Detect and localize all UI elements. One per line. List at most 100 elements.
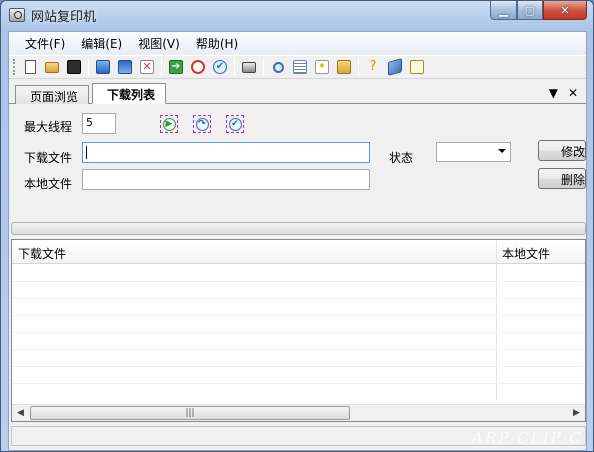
watermark: ARP·CLIP·C <box>472 429 583 447</box>
maximize-button[interactable]: ▢ <box>517 1 543 20</box>
menu-edit[interactable]: 编辑(E) <box>73 35 130 52</box>
tab-close-icon[interactable]: ✕ <box>568 86 578 100</box>
book-button[interactable] <box>384 56 406 78</box>
check-icon: ✔ <box>228 117 242 131</box>
progress-bar <box>11 222 586 235</box>
upload-icon <box>118 60 132 74</box>
chevron-down-icon <box>498 149 506 153</box>
search-icon <box>272 61 284 73</box>
tab-page-browse[interactable]: 页面浏览 <box>15 85 90 104</box>
edit-icon <box>410 60 424 74</box>
menu-file[interactable]: 文件(F) <box>17 35 73 52</box>
scroll-left-icon[interactable]: ◀ <box>12 405 29 421</box>
tab-strip: 页面浏览 下载列表 ▼ ✕ <box>9 82 586 104</box>
window-title: 网站复印机 <box>31 9 97 25</box>
menu-view[interactable]: 视图(V) <box>130 35 188 52</box>
toolbar: ✕ ➔ ✔ ✦ ? <box>9 55 586 79</box>
delete-button[interactable]: ✕ <box>136 56 158 78</box>
stop-button[interactable] <box>187 56 209 78</box>
maximize-icon: ▢ <box>524 3 536 17</box>
modify-button[interactable]: 修改 <box>538 140 586 161</box>
row-gridline <box>12 383 585 384</box>
list-icon <box>293 60 307 74</box>
stop-icon <box>191 60 205 74</box>
max-threads-input[interactable]: 5 <box>82 113 116 134</box>
help-button[interactable]: ? <box>362 56 384 78</box>
row-gridline <box>12 281 585 282</box>
check-button[interactable]: ✔ <box>209 56 231 78</box>
column-divider[interactable] <box>496 240 497 400</box>
scroll-thumb[interactable]: ||| <box>30 406 350 420</box>
download-button[interactable] <box>92 56 114 78</box>
column-download-file[interactable]: 下载文件 <box>18 245 66 262</box>
main-window: 网站复印机 ▁ ▢ ✕ 文件(F) 编辑(E) 视图(V) 帮助(H) ✕ ➔ … <box>0 0 594 452</box>
scroll-right-icon[interactable]: ▶ <box>568 405 585 421</box>
find-button[interactable] <box>333 56 355 78</box>
close-window-button[interactable]: ✕ <box>543 1 587 20</box>
menu-bar: 文件(F) 编辑(E) 视图(V) 帮助(H) <box>9 32 586 54</box>
minimize-icon: ▁ <box>499 3 508 17</box>
window-controls: ▁ ▢ ✕ <box>490 1 587 20</box>
horizontal-scrollbar[interactable]: ◀ ||| ▶ <box>12 404 585 421</box>
status-label: 状态 <box>389 151 414 165</box>
minimize-button[interactable]: ▁ <box>490 1 517 20</box>
camera-button[interactable] <box>238 56 260 78</box>
row-gridline <box>12 332 585 333</box>
download-icon <box>96 60 110 74</box>
toolbar-separator <box>358 58 359 76</box>
list-button[interactable] <box>289 56 311 78</box>
open-folder-icon <box>45 61 59 73</box>
go-button[interactable]: ➔ <box>165 56 187 78</box>
new-star-icon: ✦ <box>315 60 329 74</box>
toolbar-separator <box>88 58 89 76</box>
confirm-action-button[interactable]: ✔ <box>226 115 244 133</box>
play-icon: ▶ <box>162 117 176 131</box>
delete-icon: ✕ <box>140 60 154 74</box>
toolbar-grip[interactable] <box>13 59 16 75</box>
camera-icon <box>242 61 256 73</box>
new-file-icon <box>24 60 36 74</box>
upload-button[interactable] <box>114 56 136 78</box>
download-file-label: 下载文件 <box>24 151 73 165</box>
book-icon <box>388 58 402 76</box>
check-icon: ✔ <box>213 60 227 74</box>
download-file-input[interactable] <box>82 142 370 163</box>
row-gridline <box>12 349 585 350</box>
list-header: 下载文件 本地文件 <box>12 240 585 264</box>
menu-help[interactable]: 帮助(H) <box>188 35 246 52</box>
toolbar-separator <box>161 58 162 76</box>
open-folder-button[interactable] <box>41 56 63 78</box>
toolbar-separator <box>234 58 235 76</box>
help-icon: ? <box>369 59 377 74</box>
row-gridline <box>12 298 585 299</box>
tab-download-list[interactable]: 下载列表 <box>92 83 167 104</box>
start-action-button[interactable]: ▶ <box>160 115 178 133</box>
go-icon: ➔ <box>169 60 183 74</box>
save-icon <box>67 60 81 74</box>
column-local-file[interactable]: 本地文件 <box>502 245 550 262</box>
max-threads-label: 最大线程 <box>24 120 73 134</box>
row-gridline <box>12 315 585 316</box>
close-icon: ✕ <box>560 3 570 17</box>
download-list-view: 下载文件 本地文件 ◀ ||| ▶ <box>11 239 586 422</box>
local-file-label: 本地文件 <box>24 177 73 191</box>
tab-menu-icon[interactable]: ▼ <box>549 86 558 100</box>
download-panel: 最大线程 5 ▶ ↷ ✔ 下载文件 状态 修改 删除 本地文件 <box>9 105 586 225</box>
delete-entry-button[interactable]: 删除 <box>538 168 586 189</box>
local-file-input[interactable] <box>82 169 370 190</box>
client-area: 文件(F) 编辑(E) 视图(V) 帮助(H) ✕ ➔ ✔ ✦ ? 页面浏览 下… <box>8 31 587 451</box>
tab-controls: ▼ ✕ <box>549 86 578 100</box>
new-file-button[interactable] <box>19 56 41 78</box>
row-gridline <box>12 366 585 367</box>
title-bar: 网站复印机 ▁ ▢ ✕ <box>1 1 593 29</box>
redo-icon: ↷ <box>195 117 209 131</box>
save-button[interactable] <box>63 56 85 78</box>
camera-app-icon <box>9 8 25 22</box>
search-button[interactable] <box>267 56 289 78</box>
text-caret <box>86 146 87 159</box>
redo-action-button[interactable]: ↷ <box>193 115 211 133</box>
edit-button[interactable] <box>406 56 428 78</box>
status-select[interactable] <box>436 142 511 162</box>
toolbar-separator <box>263 58 264 76</box>
new-star-button[interactable]: ✦ <box>311 56 333 78</box>
